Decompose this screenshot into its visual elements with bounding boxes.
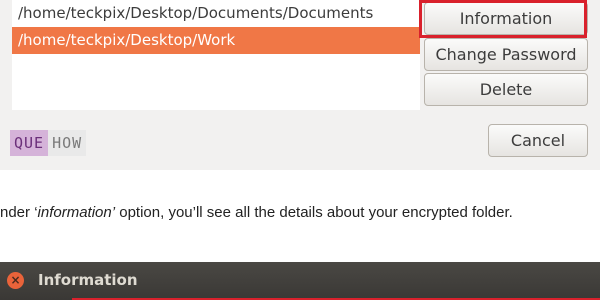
- information-button-highlight: [419, 0, 587, 38]
- caption-emphasis: information’: [37, 204, 116, 221]
- change-password-button[interactable]: Change Password: [424, 38, 588, 71]
- logo-que: QUE: [10, 130, 49, 156]
- caption-prefix: nder ‘: [0, 204, 38, 221]
- quehow-logo: QUE HOW: [10, 130, 87, 156]
- cancel-button[interactable]: Cancel: [488, 124, 588, 157]
- close-icon[interactable]: ×: [7, 272, 24, 289]
- logo-how: HOW: [48, 130, 87, 156]
- folder-row-work[interactable]: /home/teckpix/Desktop/Work: [12, 27, 420, 54]
- information-window-titlebar: × Information: [0, 262, 600, 300]
- information-window-title: Information: [38, 271, 138, 289]
- article-caption: nder ‘information’ option, you’ll see al…: [0, 204, 600, 221]
- folder-row-documents[interactable]: /home/teckpix/Desktop/Documents/Document…: [12, 0, 420, 27]
- caption-suffix: option, you’ll see all the details about…: [115, 204, 513, 221]
- encrypted-folders-dialog: /home/teckpix/Desktop/Documents/Document…: [0, 0, 600, 170]
- folder-list[interactable]: /home/teckpix/Desktop/Documents/Document…: [12, 0, 420, 110]
- delete-button[interactable]: Delete: [424, 73, 588, 106]
